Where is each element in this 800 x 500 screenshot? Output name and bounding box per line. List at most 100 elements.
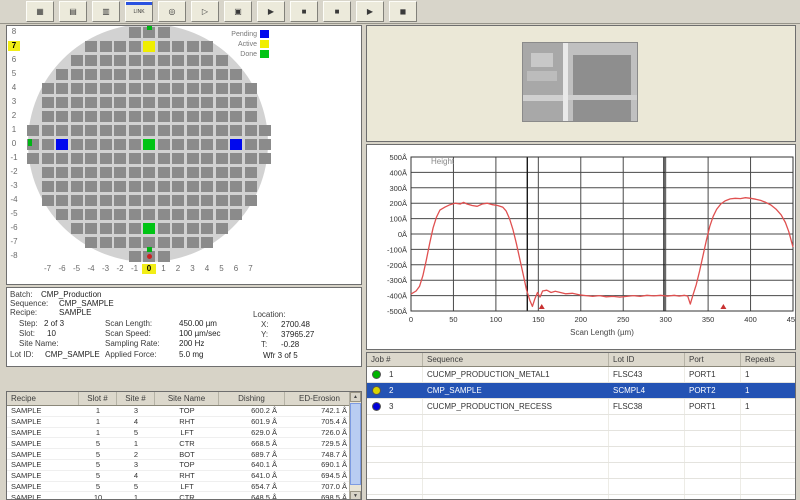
wafer-die-cell[interactable] [259,153,271,164]
wafer-die-cell[interactable] [187,223,199,234]
scrollbar-thumb[interactable] [350,403,361,485]
wafer-die-cell[interactable] [158,167,170,178]
wafer-die-cell[interactable] [158,55,170,66]
results-scrollbar[interactable]: ▲ ▼ [349,392,361,500]
wafer-die-cell[interactable] [114,111,126,122]
wafer-die-cell[interactable] [114,181,126,192]
wafer-die-cell[interactable] [172,125,184,136]
scroll-down-icon[interactable]: ▼ [350,491,361,500]
wafer-die-cell[interactable] [129,223,141,234]
job-header-cell[interactable]: Job # [367,353,423,366]
wafer-die-cell[interactable] [114,41,126,52]
profile-view-button[interactable]: ▤ [59,1,87,22]
wafer-die-cell[interactable] [158,209,170,220]
wafer-die-cell[interactable] [71,125,83,136]
wafer-die-cell[interactable] [158,195,170,206]
wafer-die-cell[interactable] [42,97,54,108]
wafer-die-cell[interactable] [187,125,199,136]
wafer-die-cell[interactable] [216,125,228,136]
wafer-die-cell[interactable] [172,83,184,94]
start-button[interactable]: ▶ [257,1,285,22]
wafer-die-cell[interactable] [129,195,141,206]
wafer-die-cell[interactable] [201,209,213,220]
wafer-die-cell[interactable] [245,181,257,192]
wafer-die-cell[interactable] [71,209,83,220]
pause-button[interactable]: ■ [323,1,351,22]
wafer-die-cell[interactable] [143,55,155,66]
wafer-die-cell[interactable] [114,125,126,136]
wafer-die-cell[interactable] [129,251,141,262]
wafer-die-cell[interactable] [143,167,155,178]
wafer-die-cell[interactable] [71,97,83,108]
wafer-die-cell[interactable] [187,167,199,178]
job-row[interactable]: 1CUCMP_PRODUCTION_METAL1FLSC43PORT11 [367,367,795,383]
wafer-die-cell[interactable] [201,153,213,164]
wafer-die-cell[interactable] [100,195,112,206]
wafer-die-cell[interactable] [143,83,155,94]
wafer-site-done[interactable] [143,139,155,150]
wafer-die-cell[interactable] [158,125,170,136]
wafer-die-cell[interactable] [245,97,257,108]
wafer-die-cell[interactable] [129,111,141,122]
results-header-cell[interactable]: Site Name [155,392,219,405]
wafer-die-cell[interactable] [71,83,83,94]
job-header-cell[interactable]: Lot ID [609,353,685,366]
wafer-die-cell[interactable] [158,223,170,234]
table-row[interactable]: SAMPLE52BOT689.7 Å748.7 Å [7,449,361,460]
wafer-die-cell[interactable] [129,139,141,150]
wafer-die-cell[interactable] [71,223,83,234]
wafer-die-cell[interactable] [245,111,257,122]
wafer-die-cell[interactable] [71,139,83,150]
wafer-die-cell[interactable] [56,125,68,136]
wafer-die-cell[interactable] [42,167,54,178]
results-header-cell[interactable]: Recipe [7,392,79,405]
wafer-die-cell[interactable] [187,97,199,108]
wafer-die-cell[interactable] [85,139,97,150]
wafer-die-cell[interactable] [85,97,97,108]
wafer-die-cell[interactable] [158,69,170,80]
table-row[interactable]: SAMPLE54RHT641.0 Å694.5 Å [7,471,361,482]
wafer-die-cell[interactable] [71,69,83,80]
wafer-die-cell[interactable] [216,195,228,206]
table-row[interactable]: SAMPLE13TOP600.2 Å742.1 Å [7,406,361,417]
wafer-die-cell[interactable] [114,153,126,164]
wafer-die-cell[interactable] [172,167,184,178]
wafer-die-cell[interactable] [230,153,242,164]
wafer-die-cell[interactable] [85,181,97,192]
wafer-die-cell[interactable] [129,237,141,248]
wafer-die-cell[interactable] [85,167,97,178]
image-button[interactable]: ▣ [224,1,252,22]
wafer-die-cell[interactable] [158,237,170,248]
wafer-die-cell[interactable] [216,223,228,234]
wafer-die-cell[interactable] [259,125,271,136]
wafer-die-cell[interactable] [85,153,97,164]
stop-button[interactable]: ■ [290,1,318,22]
wafer-die-cell[interactable] [230,97,242,108]
wafer-die-cell[interactable] [230,195,242,206]
wafer-die-cell[interactable] [216,69,228,80]
wafer-die-cell[interactable] [114,83,126,94]
wafer-die-cell[interactable] [201,195,213,206]
wafer-die-cell[interactable] [100,209,112,220]
wafer-die-cell[interactable] [114,223,126,234]
wafer-button[interactable]: ◎ [158,1,186,22]
wafer-die-cell[interactable] [129,125,141,136]
wafer-die-cell[interactable] [56,195,68,206]
wafer-die-cell[interactable] [158,111,170,122]
map-view-button[interactable]: ▦ [26,1,54,22]
job-header-cell[interactable]: Port [685,353,741,366]
wafer-die-cell[interactable] [100,181,112,192]
wafer-die-cell[interactable] [187,111,199,122]
wafer-die-cell[interactable] [172,181,184,192]
wafer-die-cell[interactable] [71,55,83,66]
wafer-die-cell[interactable] [187,139,199,150]
wafer-die-cell[interactable] [71,111,83,122]
wafer-die-cell[interactable] [172,195,184,206]
wafer-die-cell[interactable] [129,181,141,192]
wafer-die-cell[interactable] [201,237,213,248]
wafer-die-cell[interactable] [100,69,112,80]
results-header-cell[interactable]: Dishing [219,392,285,405]
wafer-die-cell[interactable] [230,125,242,136]
wafer-die-cell[interactable] [71,153,83,164]
wafer-die-cell[interactable] [56,181,68,192]
